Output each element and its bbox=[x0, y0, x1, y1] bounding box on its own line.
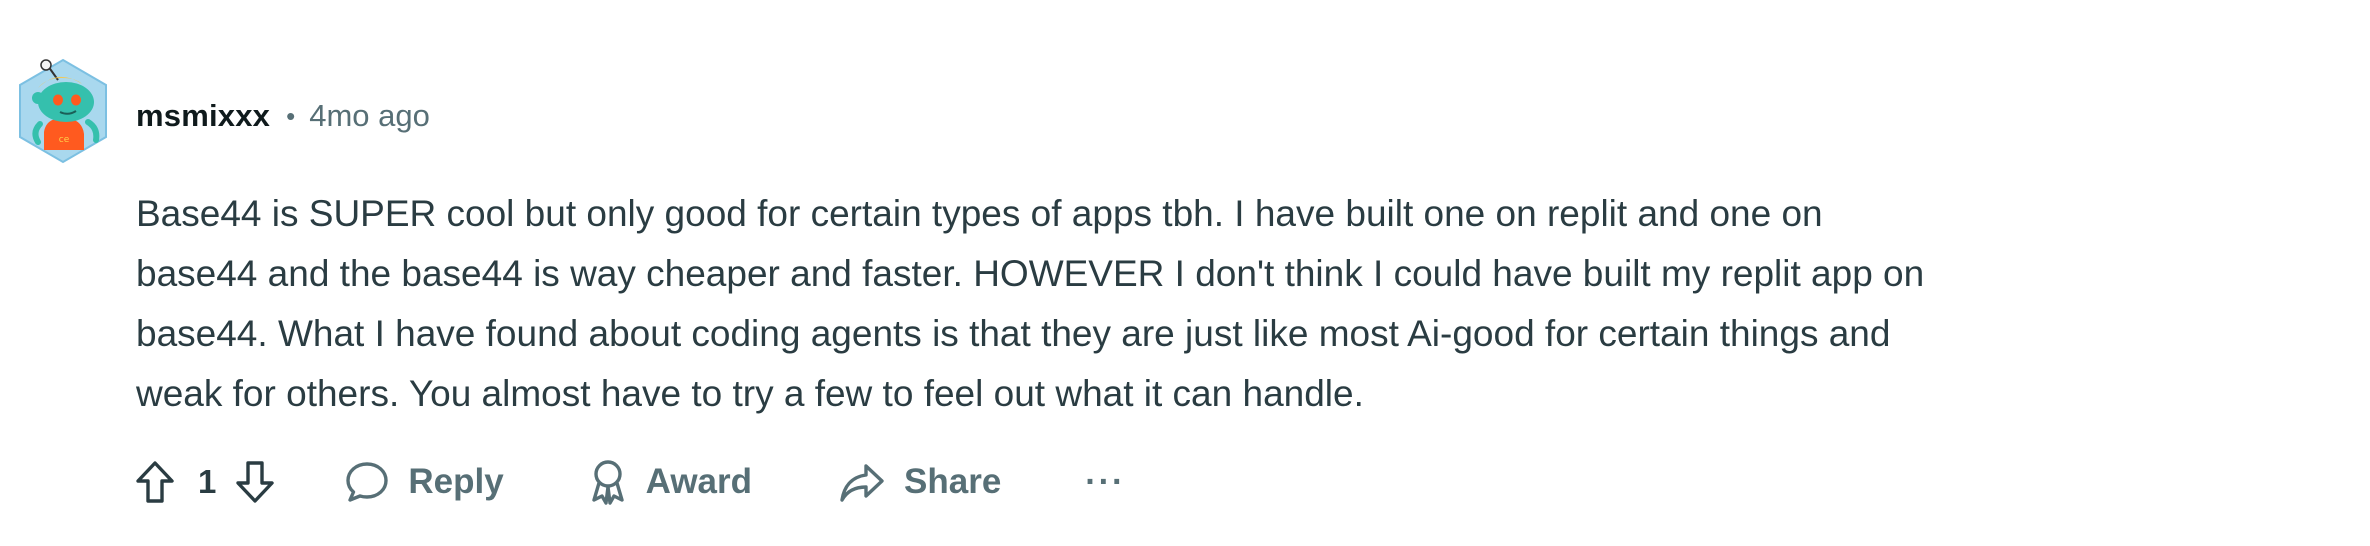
comment-body-line: base44. What I have found about coding a… bbox=[136, 313, 1891, 354]
username-link[interactable]: msmixxx bbox=[136, 98, 270, 134]
more-options-button[interactable]: ··· bbox=[1085, 463, 1125, 502]
comment-meta: msmixxx • 4mo ago bbox=[136, 96, 430, 136]
award-button[interactable]: Award bbox=[588, 458, 752, 506]
award-label: Award bbox=[645, 462, 753, 501]
award-ribbon-icon bbox=[591, 460, 624, 505]
reply-label: Reply bbox=[408, 462, 504, 501]
comment-body-line: weak for others. You almost have to try … bbox=[136, 373, 1364, 414]
timestamp[interactable]: 4mo ago bbox=[309, 98, 430, 134]
downvote-button[interactable] bbox=[234, 459, 276, 505]
upvote-arrow-icon bbox=[136, 461, 174, 503]
snoo-avatar-icon: ce bbox=[19, 58, 107, 164]
svg-text:ce: ce bbox=[59, 135, 70, 145]
share-button[interactable]: Share bbox=[838, 460, 1001, 504]
comment-actions: 1 Reply Award Share ··· bbox=[134, 452, 1125, 512]
user-avatar[interactable]: ce bbox=[18, 58, 108, 164]
downvote-arrow-icon bbox=[236, 461, 275, 503]
reply-button[interactable]: Reply bbox=[344, 460, 504, 504]
vote-score: 1 bbox=[198, 463, 217, 500]
upvote-button[interactable] bbox=[134, 459, 176, 505]
comment: ce msmixxx • 4mo ago Base44 is SUPER coo… bbox=[0, 0, 2370, 546]
share-arrow-icon bbox=[840, 464, 884, 502]
share-label: Share bbox=[904, 462, 1002, 501]
comment-body: Base44 is SUPER cool but only good for c… bbox=[136, 184, 2336, 424]
comment-body-line: base44 and the base44 is way cheaper and… bbox=[136, 253, 1925, 294]
comment-body-line: Base44 is SUPER cool but only good for c… bbox=[136, 193, 1823, 234]
speech-bubble-icon bbox=[346, 462, 389, 502]
vote-controls: 1 bbox=[134, 459, 276, 505]
meta-separator: • bbox=[286, 100, 296, 131]
